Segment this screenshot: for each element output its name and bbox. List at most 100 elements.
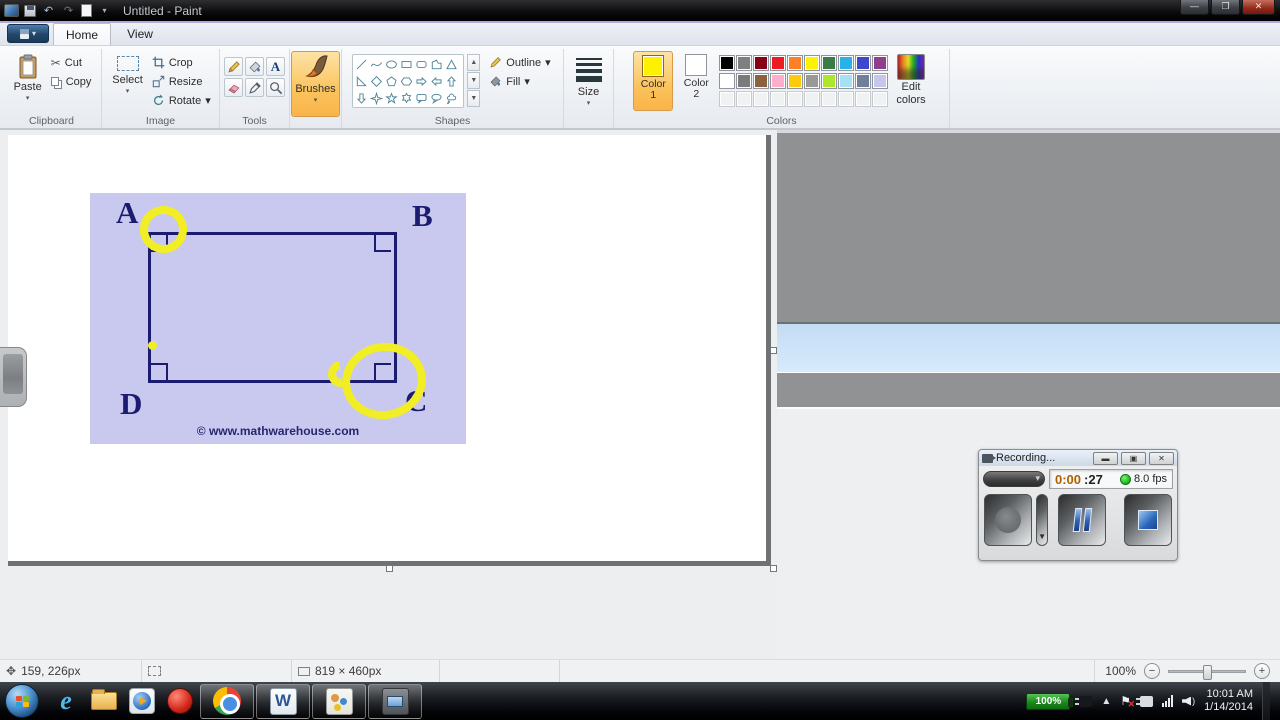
palette-swatch[interactable]: [804, 55, 821, 71]
tab-view[interactable]: View: [115, 23, 165, 45]
brushes-button[interactable]: Brushes ▾: [291, 51, 340, 117]
redo-icon[interactable]: ↷: [61, 4, 76, 18]
shape-diamond[interactable]: [369, 73, 384, 90]
palette-swatch[interactable]: [753, 55, 770, 71]
shape-curve[interactable]: [369, 56, 384, 73]
palette-swatch[interactable]: [872, 73, 889, 89]
taskbar-chrome[interactable]: [200, 683, 254, 719]
recorder-options-dropdown[interactable]: [983, 471, 1045, 487]
shape-callout-cloud[interactable]: [444, 90, 459, 107]
palette-swatch[interactable]: [787, 55, 804, 71]
save-icon[interactable]: [24, 4, 36, 17]
minimize-button[interactable]: —: [1180, 0, 1209, 15]
battery-indicator[interactable]: 100%: [1026, 692, 1074, 710]
new-file-icon[interactable]: [81, 4, 92, 17]
magnifier-tool[interactable]: [266, 78, 285, 97]
shape-right-triangle[interactable]: [354, 73, 369, 90]
pencil-tool[interactable]: [224, 57, 243, 76]
palette-swatch-empty[interactable]: [770, 91, 787, 107]
palette-swatch[interactable]: [838, 73, 855, 89]
palette-swatch[interactable]: [736, 73, 753, 89]
recorder-titlebar[interactable]: Recording... ▬ ▣ ✕: [979, 450, 1177, 466]
palette-swatch[interactable]: [838, 55, 855, 71]
record-options-arrow[interactable]: ▼: [1035, 494, 1049, 546]
rotate-button[interactable]: Rotate ▾: [150, 92, 213, 109]
zoom-in-button[interactable]: +: [1254, 663, 1270, 679]
palette-swatch[interactable]: [719, 55, 736, 71]
palette-swatch[interactable]: [787, 73, 804, 89]
palette-swatch[interactable]: [770, 73, 787, 89]
shape-arrow-right[interactable]: [414, 73, 429, 90]
show-hidden-icons[interactable]: ▲: [1101, 696, 1111, 707]
taskbar-paint[interactable]: [312, 683, 366, 719]
shape-pentagon[interactable]: [384, 73, 399, 90]
canvas-resize-handle-corner[interactable]: [770, 565, 777, 572]
zoom-slider[interactable]: [1168, 664, 1246, 680]
recorder-close-button[interactable]: ✕: [1149, 451, 1174, 465]
quick-access-dropdown-icon[interactable]: ▾: [97, 4, 112, 18]
palette-swatch[interactable]: [821, 55, 838, 71]
shape-line[interactable]: [354, 56, 369, 73]
taskbar-word[interactable]: W: [256, 683, 310, 719]
palette-swatch-empty[interactable]: [804, 91, 821, 107]
taskbar-clock[interactable]: 10:01 AM 1/14/2014: [1204, 688, 1253, 714]
palette-swatch[interactable]: [753, 73, 770, 89]
palette-swatch-empty[interactable]: [821, 91, 838, 107]
tab-home[interactable]: Home: [53, 23, 112, 45]
palette-swatch[interactable]: [804, 73, 821, 89]
volume-icon[interactable]: ): [1182, 696, 1195, 706]
palette-swatch-empty[interactable]: [855, 91, 872, 107]
color-picker-tool[interactable]: [245, 78, 264, 97]
select-button[interactable]: Select ▾: [108, 51, 147, 98]
canvas-resize-handle-bottom[interactable]: [386, 565, 393, 572]
fill-button[interactable]: Fill ▾: [487, 73, 552, 90]
edit-colors-button[interactable]: Edit colors: [892, 51, 929, 109]
palette-swatch[interactable]: [855, 55, 872, 71]
cut-button[interactable]: ✂ Cut: [49, 54, 94, 71]
shape-arrow-up[interactable]: [444, 73, 459, 90]
rectangle-diagram-image[interactable]: A B C D © www.mathwarehouse.com: [90, 193, 466, 444]
size-button[interactable]: Size ▾: [572, 51, 606, 110]
show-desktop-button[interactable]: [1262, 682, 1270, 720]
text-tool[interactable]: A: [266, 57, 285, 76]
palette-swatch[interactable]: [855, 73, 872, 89]
palette-swatch-empty[interactable]: [753, 91, 770, 107]
undo-icon[interactable]: ↶: [41, 4, 56, 18]
shape-arrow-down[interactable]: [354, 90, 369, 107]
shapes-scroll-down[interactable]: ▼: [467, 72, 481, 89]
palette-swatch[interactable]: [770, 55, 787, 71]
copy-button[interactable]: Copy: [49, 73, 94, 90]
shape-rectangle[interactable]: [399, 56, 414, 73]
palette-swatch[interactable]: [736, 55, 753, 71]
palette-swatch[interactable]: [821, 73, 838, 89]
shape-polygon[interactable]: [429, 56, 444, 73]
shape-star-6[interactable]: [399, 90, 414, 107]
shapes-scroll-more[interactable]: ▼: [467, 90, 481, 107]
restore-button[interactable]: ❐: [1211, 0, 1240, 15]
taskbar-media-player[interactable]: [123, 683, 161, 719]
shapes-scroll-up[interactable]: ▲: [467, 54, 481, 71]
pause-button[interactable]: [1058, 494, 1107, 546]
palette-swatch-empty[interactable]: [787, 91, 804, 107]
record-button[interactable]: [984, 494, 1032, 546]
taskbar-recorder-app[interactable]: [368, 683, 422, 719]
action-center-icon[interactable]: ⚑ ✕: [1120, 694, 1135, 709]
zoom-slider-thumb[interactable]: [1203, 664, 1212, 680]
zoom-out-button[interactable]: −: [1144, 663, 1160, 679]
shape-star-5[interactable]: [384, 90, 399, 107]
shape-callout-oval[interactable]: [429, 90, 444, 107]
palette-swatch-empty[interactable]: [719, 91, 736, 107]
taskbar-ie[interactable]: e: [47, 683, 85, 719]
shape-callout-rounded[interactable]: [414, 90, 429, 107]
palette-swatch[interactable]: [872, 55, 889, 71]
shape-triangle[interactable]: [444, 56, 459, 73]
canvas-resize-handle-right[interactable]: [770, 347, 777, 354]
shape-rounded-rectangle[interactable]: [414, 56, 429, 73]
palette-swatch[interactable]: [719, 73, 736, 89]
eraser-tool[interactable]: [224, 78, 243, 97]
recorder-restore-button[interactable]: ▣: [1121, 451, 1146, 465]
start-button[interactable]: [5, 684, 39, 718]
taskbar-red-app[interactable]: [161, 683, 199, 719]
shape-star-4[interactable]: [369, 90, 384, 107]
close-button[interactable]: ✕: [1242, 0, 1275, 15]
